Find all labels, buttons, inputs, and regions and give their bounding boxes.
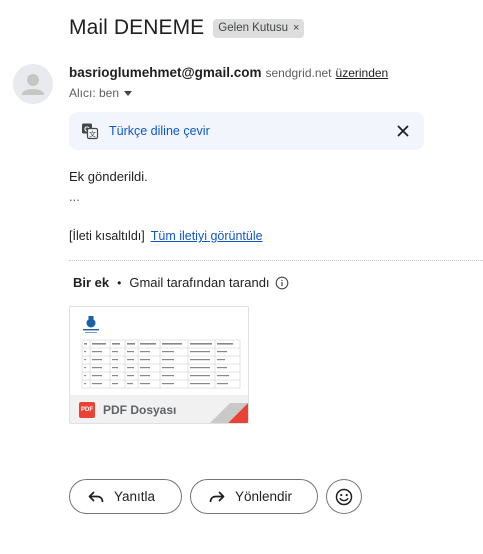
message-body-text: Ek gönderildi. [69, 169, 148, 184]
forward-icon [209, 490, 225, 502]
sender-row: basrioglumehmet@gmail.com sendgrid.net ü… [69, 65, 388, 80]
attachment-name: PDF Dosyası [103, 403, 177, 417]
attachment-card[interactable]: PDF PDF Dosyası [69, 306, 249, 424]
svg-text:文: 文 [89, 130, 96, 139]
label-chip-remove-button[interactable]: × [293, 22, 299, 34]
scan-status-text: Gmail tarafından tarandı [129, 275, 270, 290]
sender-via-link[interactable]: üzerinden [336, 66, 389, 80]
attachment-separator: • [117, 275, 122, 290]
reply-icon [88, 490, 104, 502]
pdf-icon: PDF [79, 402, 95, 418]
subject-row: Mail DENEME Gelen Kutusu × [69, 16, 305, 40]
translate-icon: G 文 [82, 123, 99, 140]
reply-button[interactable]: Yanıtla [69, 479, 182, 514]
emoji-icon [335, 488, 353, 505]
attachments-header: Bir ek • Gmail tarafından tarandı [73, 275, 289, 290]
person-icon [22, 74, 44, 95]
attachment-count: Bir ek [73, 275, 110, 290]
sender-via-domain: sendgrid.net [265, 66, 332, 80]
label-chip-text: Gelen Kutusu [218, 22, 288, 34]
folded-corner-icon [210, 403, 248, 423]
info-icon[interactable] [275, 276, 289, 290]
sender-email[interactable]: basrioglumehmet@gmail.com [69, 65, 261, 80]
document-logo-icon [83, 316, 99, 333]
translate-link[interactable]: Türkçe diline çevir [109, 124, 210, 138]
label-chip-inbox[interactable]: Gelen Kutusu × [213, 18, 305, 38]
attachment-thumbnail [70, 307, 248, 395]
recipient-label: Alıcı: ben [69, 86, 120, 100]
translate-bar: G 文 Türkçe diline çevir [69, 112, 424, 150]
sender-avatar[interactable] [13, 64, 53, 104]
forward-button[interactable]: Yönlendir [190, 479, 318, 514]
emoji-reaction-button[interactable] [326, 479, 362, 514]
clipped-notice-row: [İleti kısaltıldı] Tüm iletiyi görüntüle [69, 229, 263, 243]
forward-button-label: Yönlendir [235, 489, 293, 504]
view-full-message-link[interactable]: Tüm iletiyi görüntüle [151, 229, 263, 243]
reply-button-label: Yanıtla [114, 489, 156, 504]
recipient-details-toggle[interactable]: Alıcı: ben [69, 86, 133, 100]
chevron-down-icon [124, 90, 133, 96]
message-subject: Mail DENEME [69, 16, 205, 39]
quoted-text-toggle[interactable]: ... [69, 189, 80, 204]
clipped-notice: [İleti kısaltıldı] [69, 229, 145, 243]
close-icon[interactable] [394, 122, 412, 140]
attachment-divider [69, 260, 483, 261]
